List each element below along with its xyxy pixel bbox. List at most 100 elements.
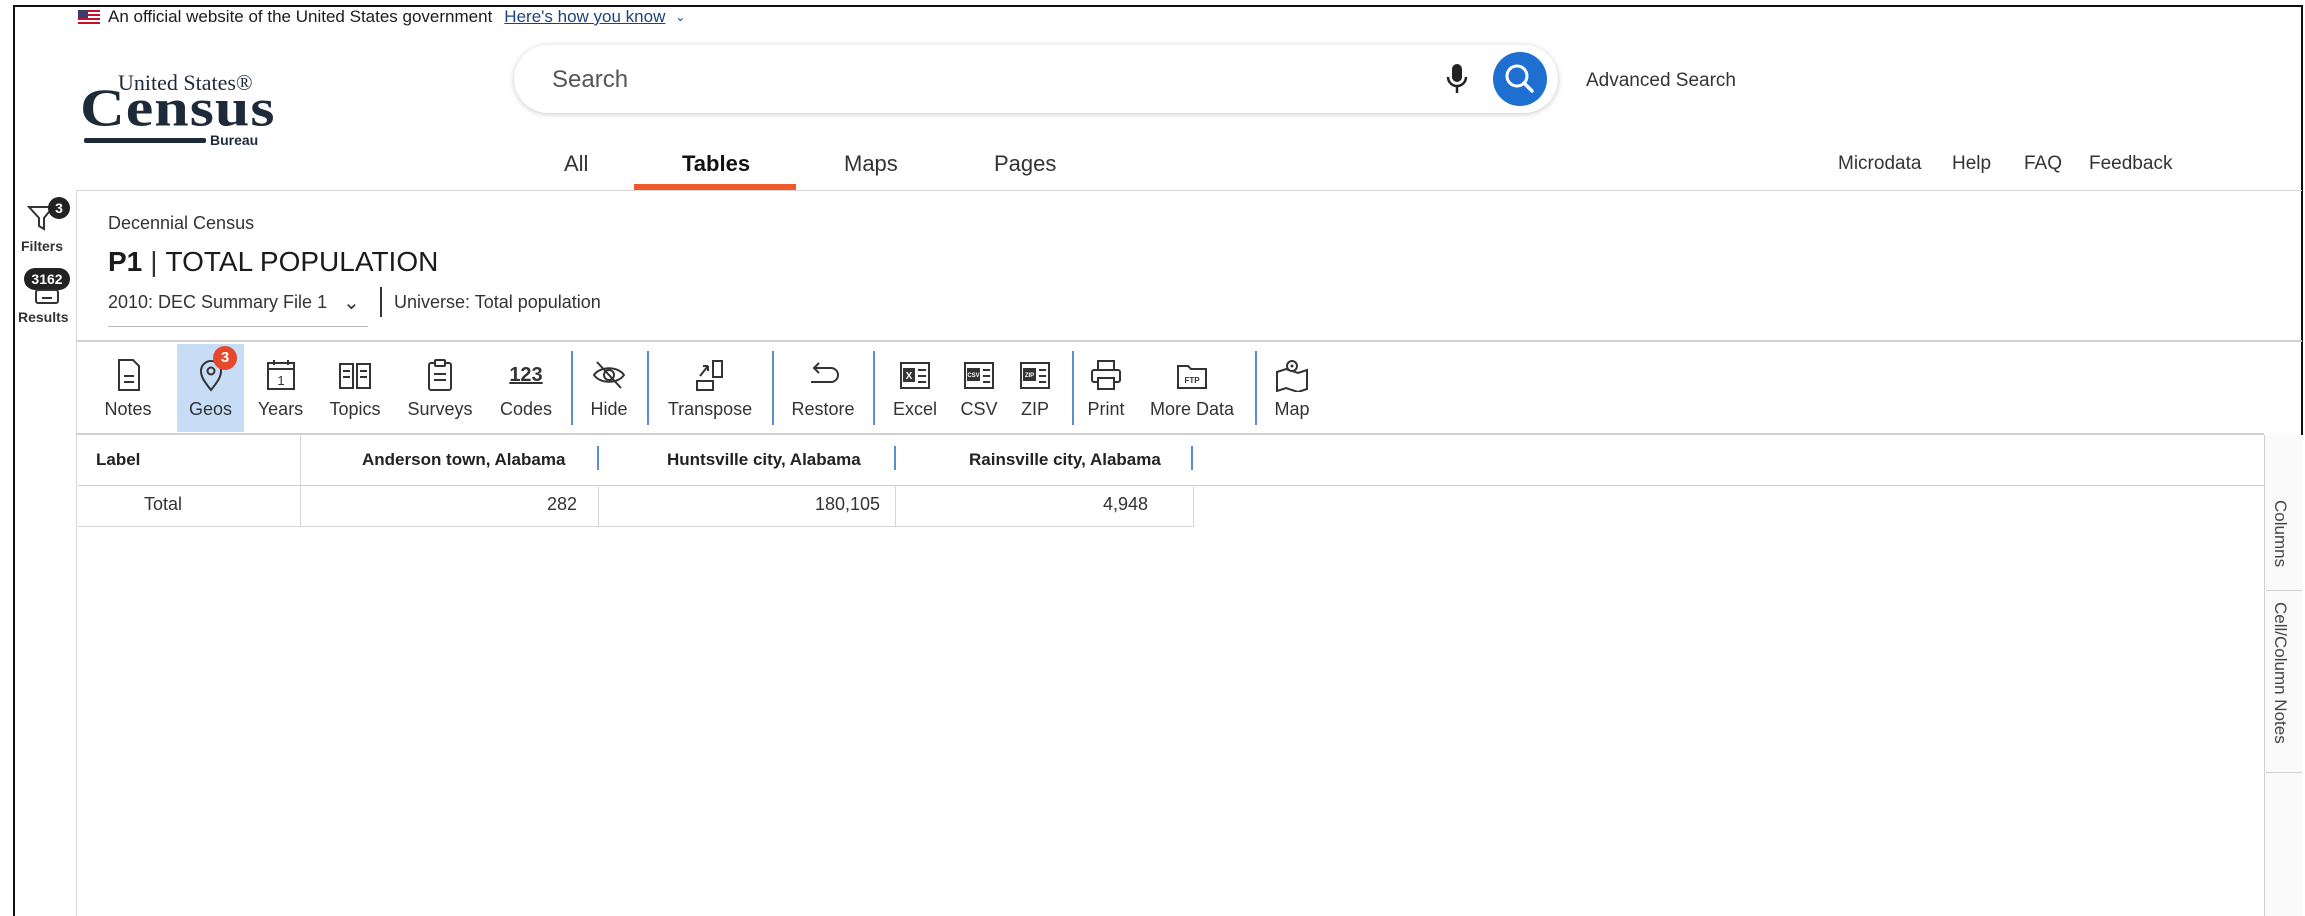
filters-label[interactable]: Filters	[21, 238, 63, 254]
table-title: TOTAL POPULATION	[165, 246, 439, 277]
tab-pages[interactable]: Pages	[994, 151, 1056, 177]
toolbar-divider	[772, 351, 774, 425]
feedback-link[interactable]: Feedback	[2089, 153, 2172, 175]
table-id: P1	[108, 246, 143, 277]
ftp-icon: FTP	[1177, 365, 1207, 389]
surveys-label: Surveys	[407, 399, 473, 419]
cell-column-notes-side-tab[interactable]: Cell/Column Notes	[2270, 602, 2290, 744]
clipboard-icon	[428, 359, 452, 391]
column-resize-handle[interactable]	[597, 446, 599, 470]
svg-text:X: X	[906, 371, 913, 382]
gov-banner-text: An official website of the United States…	[108, 7, 493, 26]
column-header-huntsville[interactable]: Huntsville city, Alabama	[667, 450, 861, 470]
column-resize-handle[interactable]	[894, 446, 896, 470]
transpose-icon	[696, 360, 723, 391]
map-icon	[1276, 360, 1308, 392]
map-button[interactable]: Map	[1266, 344, 1318, 432]
side-tab-divider	[2266, 590, 2302, 591]
column-header-anderson[interactable]: Anderson town, Alabama	[362, 450, 565, 470]
help-link[interactable]: Help	[1952, 153, 1991, 175]
table-header-row: Label Anderson town, Alabama Huntsville …	[78, 435, 2264, 486]
universe-divider	[380, 287, 382, 317]
advanced-search-link[interactable]: Advanced Search	[1586, 70, 1736, 92]
geos-label: Geos	[188, 399, 233, 419]
restore-label: Restore	[791, 399, 855, 419]
column-header-label[interactable]: Label	[96, 450, 140, 470]
print-label: Print	[1087, 399, 1125, 419]
eye-off-icon	[592, 361, 626, 389]
csv-button[interactable]: CSV CSV	[954, 344, 1004, 432]
zip-button[interactable]: ZIP ZIP	[1010, 344, 1060, 432]
filters-count-badge: 3	[48, 197, 70, 219]
row-label: Total	[144, 494, 183, 514]
page-title: P1 | TOTAL POPULATION	[108, 246, 438, 278]
toolbar-divider	[1072, 351, 1074, 425]
vintage-select[interactable]: 2010: DEC Summary File 1	[108, 292, 327, 313]
tab-maps[interactable]: Maps	[844, 151, 898, 177]
columns-side-tab[interactable]: Columns	[2270, 500, 2290, 567]
column-header-rainsville[interactable]: Rainsville city, Alabama	[969, 450, 1161, 470]
csv-label: CSV	[960, 399, 998, 419]
how-you-know-link[interactable]: Here's how you know	[504, 7, 665, 27]
tab-tables[interactable]: Tables	[682, 151, 750, 177]
faq-link[interactable]: FAQ	[2024, 153, 2062, 175]
printer-icon	[1091, 360, 1121, 390]
excel-icon: X	[900, 362, 930, 389]
topics-button[interactable]: Topics	[323, 344, 387, 432]
results-icon[interactable]	[34, 289, 60, 305]
survey-name: Decennial Census	[108, 213, 255, 233]
hide-label: Hide	[590, 399, 628, 419]
geos-button[interactable]: 3 Geos	[177, 344, 244, 432]
logo-sub-text: Bureau	[210, 132, 259, 148]
chevron-down-icon[interactable]: ⌄	[675, 10, 685, 24]
search-button[interactable]	[1493, 52, 1547, 106]
excel-button[interactable]: X Excel	[884, 344, 946, 432]
chevron-down-icon[interactable]: ⌄	[343, 290, 360, 315]
svg-text:1: 1	[277, 373, 284, 388]
census-logo[interactable]: United States® Census Bureau	[80, 68, 280, 150]
more-data-label: More Data	[1149, 399, 1235, 419]
more-data-button[interactable]: FTP More Data	[1144, 344, 1240, 432]
csv-icon: CSV	[964, 362, 994, 389]
surveys-button[interactable]: Surveys	[398, 344, 482, 432]
transpose-label: Transpose	[667, 399, 753, 419]
toolbar-divider	[647, 351, 649, 425]
toolbar-divider	[873, 351, 875, 425]
excel-label: Excel	[892, 399, 937, 419]
row-divider	[78, 526, 1193, 527]
svg-text:CSV: CSV	[967, 373, 979, 379]
logo-main-text: Census	[80, 78, 276, 138]
results-count-badge: 3162	[24, 268, 70, 290]
tab-all[interactable]: All	[564, 151, 588, 177]
results-label[interactable]: Results	[18, 309, 69, 325]
map-label: Map	[1274, 399, 1310, 419]
years-button[interactable]: 1 Years	[252, 344, 309, 432]
toolbar-divider	[1255, 351, 1257, 425]
transpose-button[interactable]: Transpose	[656, 344, 764, 432]
us-flag-icon	[78, 10, 100, 24]
side-tab-divider	[2266, 772, 2302, 773]
print-button[interactable]: Print	[1080, 344, 1132, 432]
notes-icon	[118, 359, 140, 391]
gov-banner: An official website of the United States…	[78, 6, 685, 28]
column-line	[895, 485, 896, 527]
notes-button[interactable]: Notes	[98, 344, 158, 432]
microphone-icon[interactable]	[1444, 62, 1470, 96]
search-input[interactable]	[550, 59, 1374, 101]
svg-text:FTP: FTP	[1184, 376, 1200, 385]
universe-text: Universe: Total population	[394, 292, 601, 312]
toolbar-divider	[571, 351, 573, 425]
calendar-icon: 1	[266, 360, 295, 390]
codes-button[interactable]: 123 Codes	[492, 344, 560, 432]
zip-icon: ZIP	[1020, 362, 1050, 389]
restore-button[interactable]: Restore	[782, 344, 864, 432]
header-divider	[76, 190, 2302, 191]
column-line	[300, 435, 301, 527]
vintage-underline	[108, 326, 368, 327]
hide-button[interactable]: Hide	[580, 344, 638, 432]
undo-icon	[811, 362, 839, 383]
column-resize-handle[interactable]	[1191, 446, 1193, 470]
notes-label: Notes	[104, 399, 152, 419]
microdata-link[interactable]: Microdata	[1838, 153, 1921, 175]
svg-text:ZIP: ZIP	[1025, 373, 1034, 379]
